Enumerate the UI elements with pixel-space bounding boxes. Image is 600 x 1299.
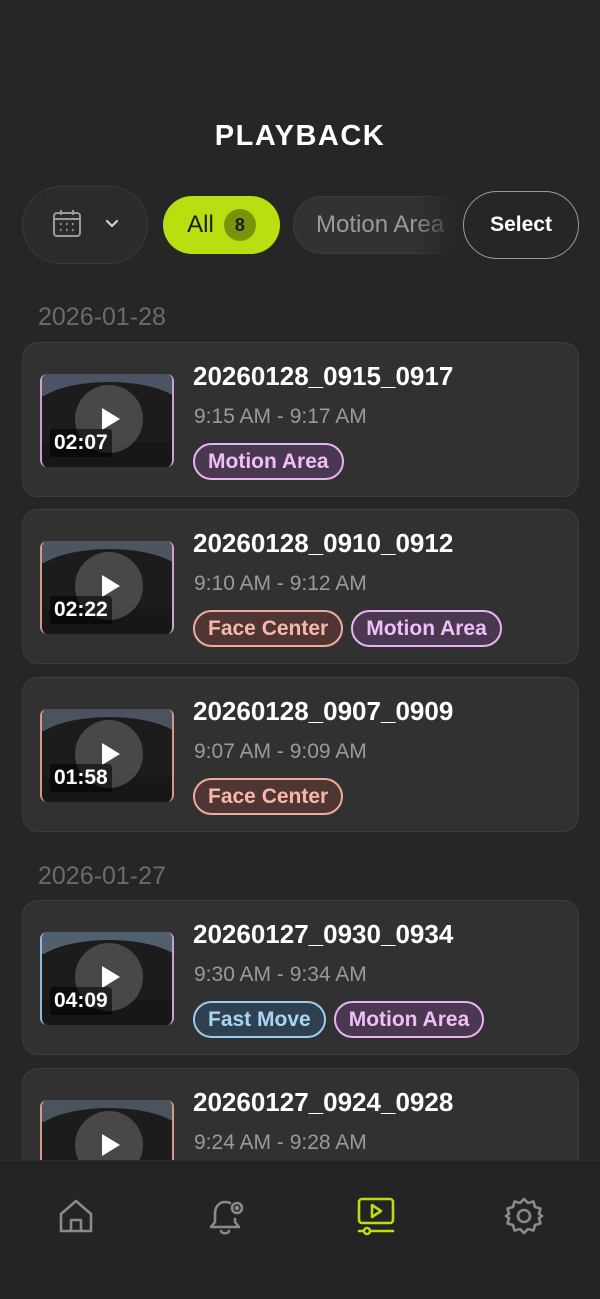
chevron-down-icon xyxy=(105,216,119,234)
filter-bar: All 8 Motion Area Select xyxy=(22,186,580,264)
recording-title: 20260127_0930_0934 xyxy=(193,919,454,949)
select-button[interactable]: Select xyxy=(463,191,579,259)
nav-playback[interactable] xyxy=(354,1196,398,1240)
recording-title: 20260127_0924_0928 xyxy=(193,1087,454,1117)
tag-face-center: Face Center xyxy=(193,610,344,647)
screen: PLAYBACK All 8 Motion Area Select 2026-0… xyxy=(0,0,600,1299)
tag-fast-move: Fast Move xyxy=(193,1001,326,1038)
filter-scroll-fade xyxy=(412,196,464,254)
bell-alert-icon xyxy=(206,1195,246,1242)
recording-card[interactable]: 04:09 20260127_0930_0934 9:30 AM - 9:34 … xyxy=(22,900,579,1055)
nav-home[interactable] xyxy=(54,1196,98,1240)
calendar-icon xyxy=(51,207,83,244)
bottom-nav xyxy=(0,1160,600,1299)
video-duration: 02:22 xyxy=(50,596,112,624)
video-thumbnail[interactable]: 02:07 xyxy=(40,374,174,467)
filter-chip-all-label: All xyxy=(187,211,214,238)
video-duration: 04:09 xyxy=(50,987,112,1015)
recording-time: 9:30 AM - 9:34 AM xyxy=(194,963,367,986)
recording-time: 9:24 AM - 9:28 AM xyxy=(194,1131,367,1154)
date-header: 2026-01-28 xyxy=(38,303,166,331)
recording-card[interactable]: 02:07 20260128_0915_0917 9:15 AM - 9:17 … xyxy=(22,342,579,497)
filter-chip-all-count: 8 xyxy=(223,209,256,241)
gear-icon xyxy=(504,1196,544,1241)
date-header: 2026-01-27 xyxy=(38,862,166,890)
page-title: PLAYBACK xyxy=(214,120,386,152)
video-thumbnail[interactable]: 01:58 xyxy=(40,709,174,802)
recording-time: 9:10 AM - 9:12 AM xyxy=(194,572,367,595)
video-duration: 02:07 xyxy=(50,429,112,457)
recording-title: 20260128_0910_0912 xyxy=(193,528,454,558)
nav-alerts[interactable] xyxy=(204,1196,248,1240)
tag-motion-area: Motion Area xyxy=(333,1001,485,1038)
tag-motion-area: Motion Area xyxy=(193,443,344,480)
recording-title: 20260128_0907_0909 xyxy=(193,696,454,726)
tag-face-center: Face Center xyxy=(193,778,344,815)
recording-card[interactable]: 01:58 20260128_0907_0909 9:07 AM - 9:09 … xyxy=(22,677,579,832)
video-thumbnail[interactable]: 04:09 xyxy=(40,932,174,1025)
home-icon xyxy=(56,1196,96,1241)
recording-card[interactable]: 02:22 20260128_0910_0912 9:10 AM - 9:12 … xyxy=(22,509,579,664)
nav-settings[interactable] xyxy=(502,1196,546,1240)
recording-time: 9:07 AM - 9:09 AM xyxy=(194,740,367,763)
tag-list: Fast Move Motion Area xyxy=(193,1001,485,1038)
filter-chip-all[interactable]: All 8 xyxy=(163,196,280,254)
video-duration: 01:58 xyxy=(50,764,112,792)
tag-list: Face Center Motion Area xyxy=(193,610,502,647)
recording-time: 9:15 AM - 9:17 AM xyxy=(194,405,367,428)
tag-motion-area: Motion Area xyxy=(351,610,502,647)
date-filter-button[interactable] xyxy=(22,186,148,264)
tag-list: Face Center xyxy=(193,778,344,815)
recording-title: 20260128_0915_0917 xyxy=(193,361,454,391)
playback-icon xyxy=(355,1195,397,1242)
tag-list: Motion Area xyxy=(193,443,344,480)
video-thumbnail[interactable]: 02:22 xyxy=(40,541,174,634)
